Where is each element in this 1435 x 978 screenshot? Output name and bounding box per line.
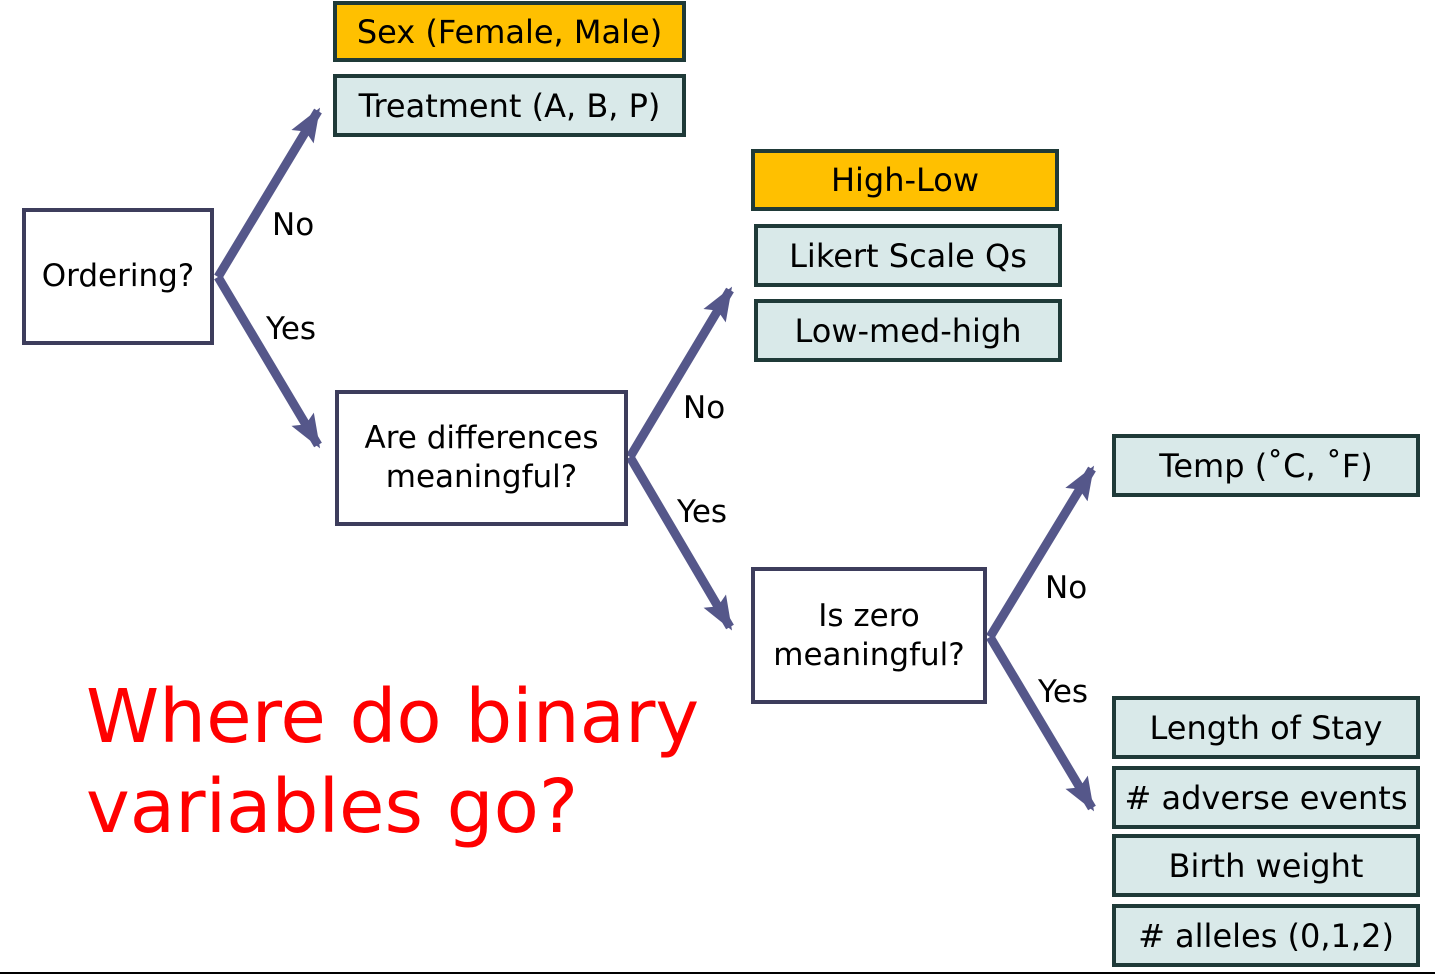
- bottom-divider: [0, 972, 1435, 974]
- label-zero-yes: Yes: [1038, 674, 1089, 710]
- label-zero-no: No: [1045, 570, 1088, 606]
- arrow-differences-yes: [626, 454, 734, 631]
- example-treatment: Treatment (A, B, P): [333, 74, 686, 137]
- differences-question-line2: meaningful?: [385, 459, 578, 495]
- prompt-line2: variables go?: [86, 764, 579, 851]
- differences-question-box: Are differences meaningful?: [335, 390, 628, 526]
- ordering-question-text: Ordering?: [41, 258, 195, 295]
- prompt-line1: Where do binary: [86, 674, 700, 760]
- example-adverse-events: # adverse events: [1112, 766, 1420, 829]
- example-low-med-high: Low-med-high: [754, 299, 1062, 362]
- arrow-differences-no: [626, 286, 734, 460]
- example-high-low: High-Low: [751, 149, 1059, 211]
- arrow-zero-no: [986, 465, 1096, 640]
- zero-question-box: Is zero meaningful?: [751, 567, 987, 704]
- example-temp: Temp (˚C, ˚F): [1112, 434, 1420, 497]
- label-differences-yes: Yes: [677, 494, 728, 530]
- binary-variables-prompt: Where do binary variables go?: [86, 672, 699, 853]
- arrow-ordering-no: [214, 107, 322, 280]
- label-differences-no: No: [683, 390, 726, 426]
- zero-question-line2: meaningful?: [773, 636, 965, 673]
- example-birth-weight: Birth weight: [1112, 834, 1420, 897]
- ordering-question-box: Ordering?: [22, 208, 214, 345]
- example-sex: Sex (Female, Male): [333, 1, 686, 62]
- differences-question-line1: Are differences: [364, 420, 599, 457]
- zero-question-line1: Is zero: [818, 597, 920, 634]
- example-likert: Likert Scale Qs: [754, 224, 1062, 287]
- arrow-zero-yes: [986, 634, 1096, 812]
- example-length-of-stay: Length of Stay: [1112, 696, 1420, 759]
- example-alleles: # alleles (0,1,2): [1112, 904, 1420, 967]
- label-ordering-yes: Yes: [266, 311, 317, 347]
- arrow-ordering-yes: [214, 274, 322, 449]
- label-ordering-no: No: [272, 207, 315, 243]
